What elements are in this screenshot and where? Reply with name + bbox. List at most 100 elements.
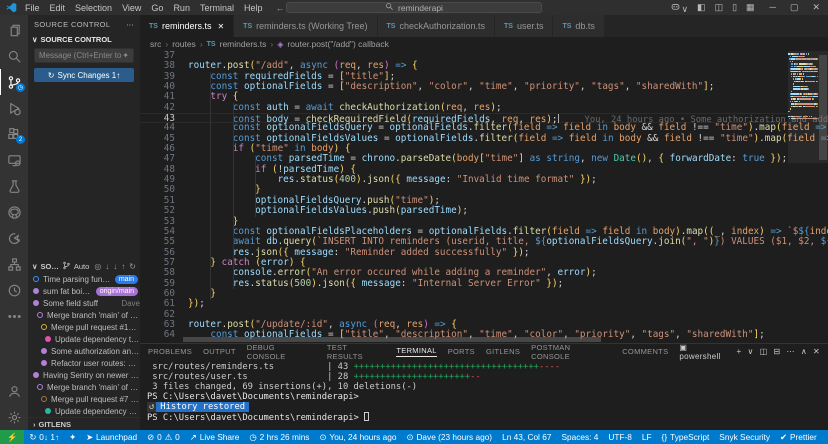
editor-tab[interactable]: TSreminders.ts (Working Tree)	[234, 15, 377, 37]
shell-selector[interactable]: ▣ powershell	[679, 343, 730, 361]
maximize-panel-icon[interactable]: ∧	[801, 347, 807, 356]
scm-graph-header[interactable]: ∨ SO… Auto ◎ ↓ ↓ ↑ ↻	[28, 260, 140, 273]
minimize-button[interactable]: ─	[770, 2, 776, 13]
commit-row[interactable]: Merge pull request #7 fro…	[28, 393, 140, 405]
refresh-icon[interactable]: ↻	[129, 262, 136, 271]
menu-go[interactable]: Go	[146, 3, 168, 13]
commit-row[interactable]: Update dependency tsx to…	[28, 333, 140, 345]
menu-file[interactable]: File	[20, 3, 45, 13]
status-cursor-position[interactable]: Ln 43, Col 67	[497, 430, 556, 444]
panel-tab-output[interactable]: OUTPUT	[203, 347, 236, 356]
commit-row[interactable]: Some field stuffDave	[28, 297, 140, 309]
status-problems[interactable]: ⊘0⚠0	[142, 430, 185, 444]
status-snyk-security[interactable]: Snyk Security	[714, 430, 775, 444]
more-actions-icon[interactable]: ⋯	[787, 347, 795, 356]
status-notifications[interactable]	[822, 430, 828, 444]
panel-tab-test-results[interactable]: TEST RESULTS	[327, 343, 386, 361]
status-blame-dave[interactable]: ⊙Dave (23 hours ago)	[401, 430, 497, 444]
code-editor[interactable]: 3738router.post("/add", async (req, res)…	[140, 51, 828, 343]
breadcrumb[interactable]: src›routes›TSreminders.ts›◈router.post("…	[140, 37, 828, 51]
commit-row[interactable]: Refactor user routes: mov…	[28, 357, 140, 369]
breadcrumb-item[interactable]: reminders.ts	[220, 39, 267, 49]
status-eol[interactable]: LF	[637, 430, 657, 444]
editor-tab[interactable]: TSreminders.ts✕	[140, 15, 234, 37]
toggle-secondary-sidebar-icon[interactable]: ▯	[732, 2, 737, 13]
fetch-icon[interactable]: ↓	[105, 262, 109, 271]
panel-tab-comments[interactable]: COMMENTS	[622, 347, 668, 356]
copilot-icon[interactable]: ∨	[670, 1, 688, 15]
toggle-sidebar-icon[interactable]: ◧	[697, 2, 706, 13]
activity-item-run-and-debug[interactable]	[0, 95, 28, 121]
menu-terminal[interactable]: Terminal	[195, 3, 239, 13]
commit-row[interactable]: Update dependency pretti…	[28, 405, 140, 417]
vertical-scrollbar[interactable]	[819, 55, 827, 160]
tab-close-icon[interactable]: ✕	[217, 22, 224, 31]
panel-tab-debug-console[interactable]: DEBUG CONSOLE	[247, 343, 316, 361]
activity-item-github[interactable]	[0, 199, 28, 225]
activity-item-settings[interactable]	[0, 404, 28, 430]
commit-row[interactable]: Merge pull request #14 fr…	[28, 321, 140, 333]
status-time-tracker[interactable]: ◷2 hrs 26 mins	[244, 430, 314, 444]
activity-item-organization[interactable]	[0, 251, 28, 277]
commit-row[interactable]: Time parsing functio…main	[28, 273, 140, 285]
new-terminal-icon[interactable]: +	[737, 347, 742, 356]
commit-row[interactable]: Merge branch 'main' of http…	[28, 309, 140, 321]
activity-item-remote-explorer[interactable]	[0, 147, 28, 173]
status-encoding[interactable]: UTF-8	[603, 430, 637, 444]
breadcrumb-item[interactable]: routes	[172, 39, 196, 49]
status-sync-status[interactable]: ↻0↓ 1↑	[24, 430, 64, 444]
status-remote-indicator[interactable]: ⚡	[0, 430, 24, 444]
status-indentation[interactable]: Spaces: 4	[556, 430, 603, 444]
activity-item-extensions[interactable]: 2	[0, 121, 28, 147]
menu-selection[interactable]: Selection	[70, 3, 117, 13]
activity-item-explorer[interactable]	[0, 17, 28, 43]
panel-tab-gitlens[interactable]: GITLENS	[486, 347, 520, 356]
status-prettier[interactable]: ✔Prettier	[775, 430, 822, 444]
editor-tab[interactable]: TScheckAuthorization.ts	[378, 15, 496, 37]
kill-terminal-icon[interactable]: ⊟	[774, 347, 781, 356]
status-commit-graph[interactable]: ✦	[64, 430, 81, 444]
auto-label[interactable]: Auto	[74, 262, 89, 271]
terminal-output[interactable]: src/routes/reminders.ts | 43 +++++++++++…	[140, 359, 828, 430]
menu-help[interactable]: Help	[239, 3, 268, 13]
menu-run[interactable]: Run	[168, 3, 195, 13]
activity-item-live-share[interactable]	[0, 225, 28, 251]
activity-item-search[interactable]	[0, 43, 28, 69]
toggle-panel-icon[interactable]: ◫	[715, 2, 724, 13]
menu-view[interactable]: View	[117, 3, 146, 13]
sparkle-icon[interactable]: ✦	[122, 51, 129, 60]
status-blame-you[interactable]: ⊙You, 24 hours ago	[314, 430, 401, 444]
back-arrow-icon[interactable]: ←	[275, 3, 284, 13]
status-language-mode[interactable]: {}TypeScript	[657, 430, 715, 444]
editor-tab[interactable]: TSuser.ts	[495, 15, 553, 37]
commit-message-input[interactable]: Message (Ctrl+Enter to ... ✦	[34, 48, 134, 63]
customize-layout-icon[interactable]: ▦	[746, 2, 755, 13]
status-launchpad[interactable]: ➤Launchpad	[81, 430, 142, 444]
close-button[interactable]: ✕	[812, 2, 820, 13]
menu-edit[interactable]: Edit	[45, 3, 71, 13]
sync-changes-button[interactable]: ↻ Sync Changes 1↑	[34, 68, 134, 82]
push-icon[interactable]: ↑	[121, 262, 125, 271]
activity-item-gitlens[interactable]	[0, 277, 28, 303]
close-panel-icon[interactable]: ✕	[813, 347, 820, 356]
panel-tab-postman-console[interactable]: POSTMAN CONSOLE	[531, 343, 611, 361]
sidebar-more-actions-icon[interactable]: ⋯	[126, 20, 134, 29]
breadcrumb-item[interactable]: src	[150, 39, 161, 49]
panel-tab-problems[interactable]: PROBLEMS	[148, 347, 192, 356]
activity-item-accounts[interactable]	[0, 378, 28, 404]
maximize-button[interactable]: ▢	[790, 2, 799, 13]
horizontal-scrollbar[interactable]	[183, 337, 601, 342]
commit-row[interactable]: Some authorization and a…	[28, 345, 140, 357]
status-live-share[interactable]: ↗Live Share	[185, 430, 245, 444]
split-terminal-icon[interactable]: ◫	[760, 347, 768, 356]
breadcrumb-item[interactable]: router.post("/add") callback	[287, 39, 388, 49]
scm-section-header[interactable]: ∨ SOURCE CONTROL	[28, 33, 140, 46]
pull-icon[interactable]: ↓	[113, 262, 117, 271]
command-center[interactable]: reminderapi	[286, 2, 542, 13]
commit-row[interactable]: Having Sentry on newer versi…	[28, 369, 140, 381]
commit-row[interactable]: Merge branch 'main' of http…	[28, 381, 140, 393]
activity-item-source-control[interactable]: ◷	[0, 69, 28, 95]
panel-tab-ports[interactable]: PORTS	[448, 347, 475, 356]
editor-tab[interactable]: TSdb.ts	[553, 15, 604, 37]
target-icon[interactable]: ◎	[94, 262, 101, 271]
